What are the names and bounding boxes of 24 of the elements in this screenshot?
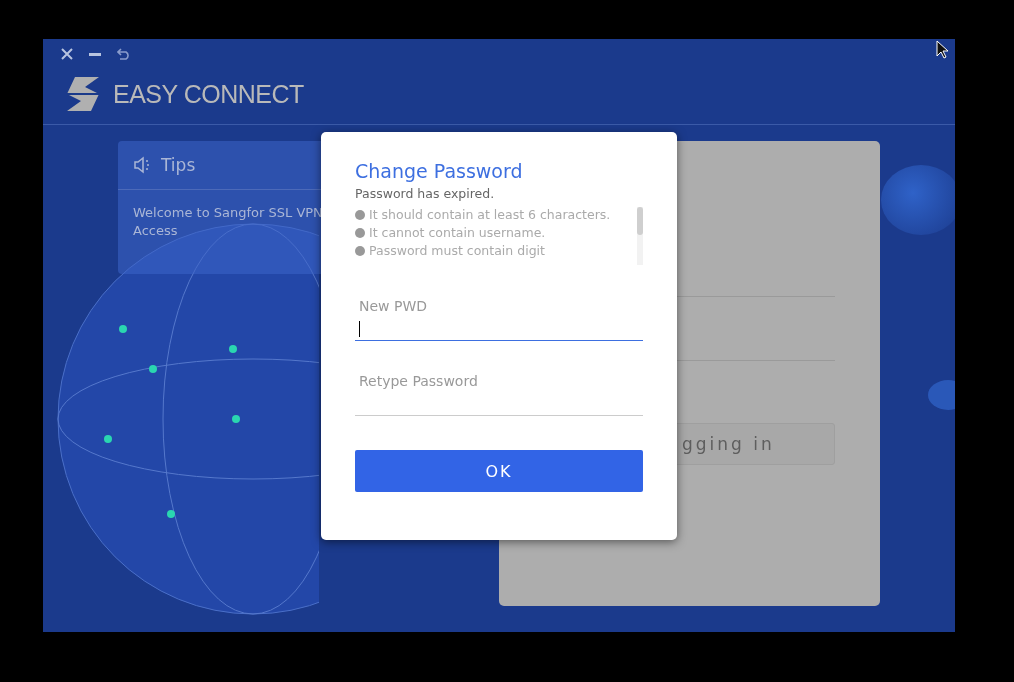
app-title: EASY CONNECT <box>113 79 304 109</box>
back-arrow-icon[interactable] <box>117 48 131 60</box>
logo-icon <box>65 77 101 111</box>
bullet-icon <box>355 245 365 256</box>
minimize-icon[interactable] <box>89 52 101 56</box>
field-label: Retype Password <box>359 373 478 389</box>
field-label: New PWD <box>359 298 428 314</box>
speaker-icon <box>133 156 151 174</box>
password-rule: Password must contain digit <box>369 243 545 258</box>
scrollbar[interactable] <box>637 207 643 265</box>
ok-button[interactable]: OK <box>355 450 643 492</box>
text-cursor <box>359 321 360 337</box>
password-rule: It should contain at least 6 characters. <box>369 207 611 222</box>
mouse-pointer-icon <box>936 40 948 59</box>
password-field[interactable]: Retype Password <box>355 371 643 416</box>
password-rule: It cannot contain username. <box>369 225 546 240</box>
password-field[interactable]: New PWD <box>355 296 643 341</box>
tips-title: Tips <box>161 155 196 175</box>
bullet-icon <box>355 227 365 238</box>
dialog-subtitle: Password has expired. <box>355 186 496 201</box>
bullet-icon <box>355 209 365 220</box>
tips-message: Welcome to Sangfor SSL VPN Access <box>132 204 324 241</box>
dialog-title: Change Password <box>355 160 524 182</box>
close-icon[interactable] <box>61 48 73 60</box>
